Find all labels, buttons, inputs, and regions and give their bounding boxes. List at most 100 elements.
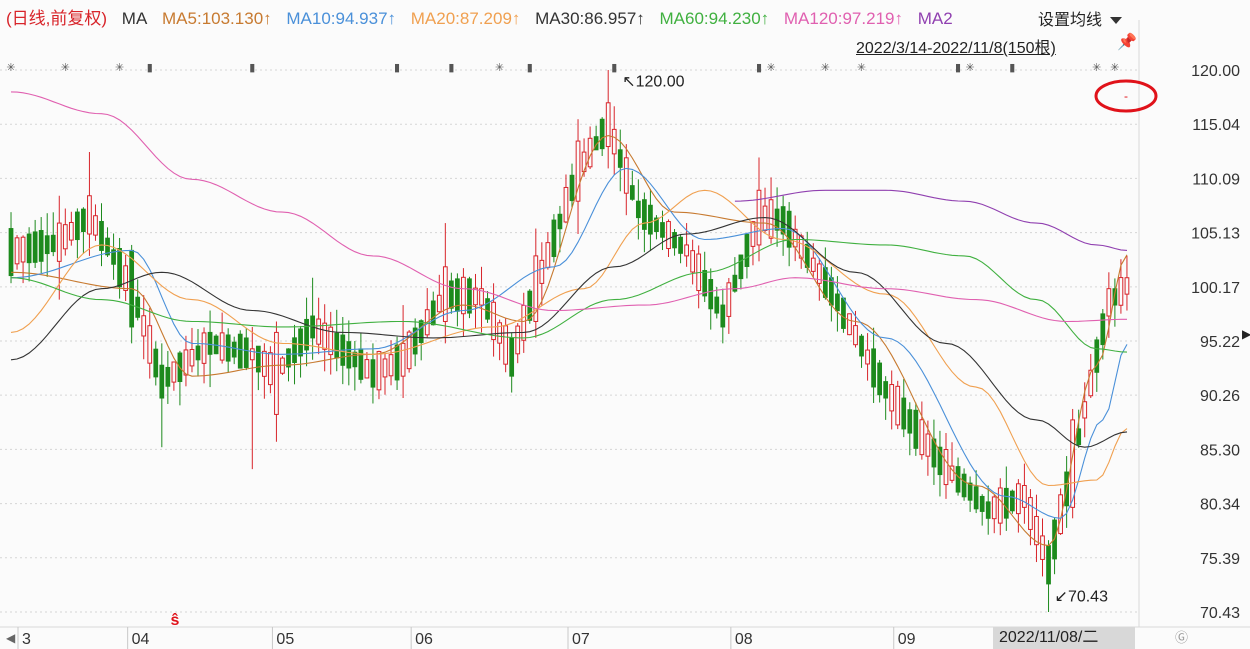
candle-down: [744, 233, 750, 267]
candle-down: [883, 381, 889, 399]
candle-down: [153, 348, 159, 378]
event-marker-icon: ✳: [857, 62, 866, 74]
candle-down: [907, 409, 913, 434]
candle-down: [901, 397, 907, 430]
candle-up: [943, 449, 949, 486]
candle-down: [678, 236, 683, 254]
candle-up: [919, 419, 925, 456]
candle-up: [20, 236, 26, 263]
candle-down: [99, 220, 104, 251]
candle-down: [38, 230, 44, 262]
candle-up: [611, 128, 617, 155]
candle-up: [171, 361, 177, 383]
candle-down: [955, 466, 961, 493]
candle-down: [877, 362, 883, 396]
candle-up: [364, 359, 370, 379]
candle-up: [183, 349, 189, 376]
candle-down: [207, 331, 213, 355]
candle-up: [847, 313, 852, 336]
candle-down: [1100, 313, 1106, 346]
candle-up: [623, 157, 629, 194]
x-tick-label: 09: [898, 631, 916, 648]
candle-up: [895, 385, 901, 426]
candle-down: [292, 337, 297, 364]
candle-up: [690, 250, 696, 273]
y-tick-label: 80.34: [1200, 497, 1240, 514]
candle-down: [599, 118, 605, 150]
y-tick-label: 120.00: [1191, 63, 1240, 80]
candle-down: [195, 345, 201, 361]
candle-up: [322, 322, 328, 350]
event-marker-icon: ✳: [115, 62, 124, 74]
candle-up: [853, 325, 858, 346]
candle-down: [32, 231, 38, 263]
candle-up: [376, 351, 382, 391]
candle-up: [123, 265, 128, 291]
candle-up: [147, 325, 153, 364]
event-marker-icon: ✳: [6, 62, 15, 74]
y-tick-label: 105.13: [1191, 226, 1240, 243]
candle-down: [871, 348, 876, 388]
y-tick-label: 70.43: [1200, 605, 1240, 622]
candle-up: [1022, 484, 1027, 508]
y-tick-label: 90.26: [1200, 388, 1240, 405]
candle-down: [859, 335, 864, 357]
candle-down: [485, 298, 490, 320]
y-tick-label: 115.04: [1192, 117, 1240, 134]
candle-up: [503, 325, 509, 365]
event-marker-icon: ▮: [147, 62, 153, 74]
candle-down: [780, 206, 786, 235]
candle-down: [841, 297, 846, 329]
candle-up: [810, 257, 816, 272]
candle-up: [400, 342, 406, 377]
event-marker-icon: ✳: [966, 62, 975, 74]
candle-down: [738, 254, 744, 280]
highlight-mark: -: [1124, 89, 1128, 103]
expand-right-icon[interactable]: ▶: [1242, 327, 1250, 341]
y-tick-label: 85.30: [1200, 442, 1240, 459]
candle-down: [346, 341, 352, 369]
y-tick-label: 95.22: [1200, 334, 1240, 351]
event-marker-icon: ▮: [955, 62, 961, 74]
kline-chart-panel: (日线,前复权) MA MA5:103.130↑ MA10:94.937↑ MA…: [0, 0, 1250, 649]
candle-up: [726, 282, 732, 317]
candle-up: [249, 348, 255, 361]
candle-up: [1118, 277, 1124, 306]
scroll-left-icon[interactable]: ◀: [6, 631, 15, 645]
candle-up: [1040, 535, 1045, 560]
high-price-label: ↖120.00: [622, 73, 684, 90]
x-tick-label: 08: [735, 631, 753, 648]
ma10-line: [10, 167, 1128, 519]
candle-down: [467, 278, 472, 314]
candle-down: [8, 228, 14, 277]
selected-date-label: 2022/11/08/二: [993, 627, 1135, 649]
x-tick-label: 05: [276, 631, 294, 648]
candle-down: [50, 234, 56, 253]
candle-down: [714, 296, 720, 314]
candle-down: [334, 332, 340, 359]
candle-up: [539, 259, 545, 284]
event-marker-icon: ✳: [821, 62, 830, 74]
event-marker-icon: ✳: [1110, 62, 1119, 74]
event-marker-icon: ▮: [1009, 62, 1015, 74]
candle-up: [461, 276, 466, 315]
candle-up: [189, 348, 195, 367]
event-marker-icon: ✳: [495, 62, 504, 74]
candle-up: [261, 350, 267, 377]
candle-down: [635, 200, 641, 219]
y-tick-label: 75.39: [1200, 551, 1240, 568]
candle-down: [822, 267, 828, 298]
candle-down: [165, 366, 171, 387]
candle-up: [991, 496, 997, 520]
candle-down: [26, 233, 32, 264]
candle-up: [605, 102, 611, 148]
candle-up: [1028, 497, 1033, 530]
candle-down: [255, 345, 261, 373]
x-tick-label: 3: [22, 631, 31, 648]
candle-up: [521, 304, 527, 341]
candle-down: [243, 337, 249, 368]
candle-up: [14, 237, 20, 265]
candle-down: [979, 495, 985, 512]
event-marker-icon: ▮: [448, 62, 454, 74]
candle-up: [436, 294, 442, 313]
